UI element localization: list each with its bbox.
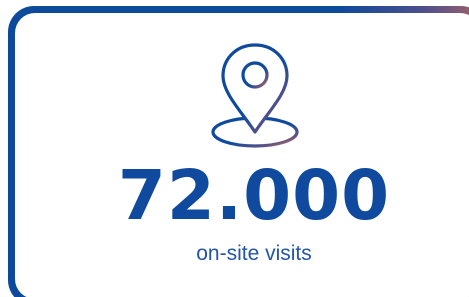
stat-label: on-site visits xyxy=(196,242,312,265)
stat-card: 72.000 on-site visits xyxy=(8,6,469,297)
location-pin-icon xyxy=(205,39,305,151)
stat-card-body: 72.000 on-site visits xyxy=(15,13,469,297)
stat-value: 72.000 xyxy=(117,156,391,236)
